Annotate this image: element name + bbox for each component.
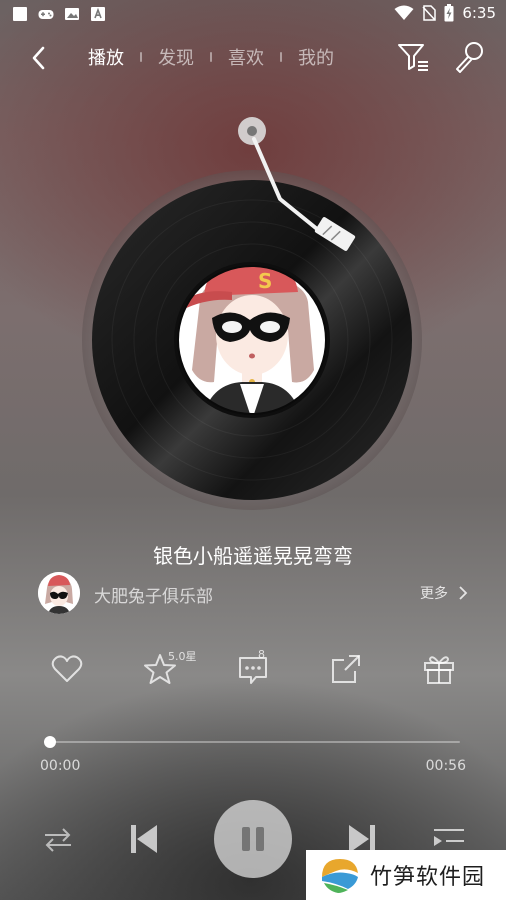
repeat-icon[interactable] <box>42 826 74 854</box>
gift-icon[interactable] <box>422 652 456 686</box>
pause-button[interactable] <box>214 800 292 878</box>
tab-bar: 播放 发现 喜欢 我的 <box>88 44 334 70</box>
artist-avatar-image <box>38 572 80 614</box>
image-icon <box>65 8 79 20</box>
square-notification-icon <box>13 7 27 21</box>
avatar[interactable] <box>38 572 80 614</box>
comment-count-badge: 8 <box>258 648 265 661</box>
current-time: 00:00 <box>40 758 81 774</box>
tab-play[interactable]: 播放 <box>88 44 124 70</box>
back-icon[interactable] <box>26 44 54 72</box>
tab-mine[interactable]: 我的 <box>298 44 334 70</box>
microphone-icon[interactable] <box>452 40 486 74</box>
action-bar: 5.0星 8 <box>0 646 506 696</box>
previous-icon[interactable] <box>128 822 160 856</box>
song-title: 银色小船遥遥晃晃弯弯 <box>153 544 353 568</box>
chevron-right-icon <box>459 586 468 600</box>
pause-icon <box>242 827 264 851</box>
artist-name[interactable]: 大肥兔子俱乐部 <box>94 582 213 607</box>
heart-icon[interactable] <box>50 652 84 686</box>
wifi-icon <box>394 5 414 20</box>
no-sim-icon <box>422 5 437 21</box>
more-button[interactable]: 更多 <box>420 583 468 603</box>
tab-discover[interactable]: 发现 <box>158 44 194 70</box>
tab-divider <box>210 52 212 62</box>
gamepad-icon <box>38 10 54 19</box>
watermark-text: 竹笋软件园 <box>370 865 486 890</box>
tab-divider <box>140 52 142 62</box>
star-rating-badge: 5.0星 <box>168 650 197 663</box>
font-a-icon <box>91 7 105 21</box>
clock-time: 6:35 <box>462 4 496 22</box>
share-icon[interactable] <box>329 652 363 686</box>
artist-row[interactable]: 大肥兔子俱乐部 更多 <box>38 572 468 614</box>
top-navigation: 播放 发现 喜欢 我的 <box>0 36 506 80</box>
tonearm <box>238 117 356 251</box>
filter-icon[interactable] <box>396 40 430 74</box>
progress-handle[interactable] <box>44 736 56 748</box>
watermark-logo-icon <box>322 859 358 893</box>
battery-charging-icon <box>444 4 454 22</box>
more-label: 更多 <box>420 586 448 602</box>
total-time: 00:56 <box>425 758 466 774</box>
status-bar: 6:35 <box>0 0 506 28</box>
progress-bar[interactable] <box>44 736 460 748</box>
watermark: 竹笋软件园 <box>306 850 506 900</box>
tab-favorites[interactable]: 喜欢 <box>228 44 264 70</box>
tab-divider <box>280 52 282 62</box>
